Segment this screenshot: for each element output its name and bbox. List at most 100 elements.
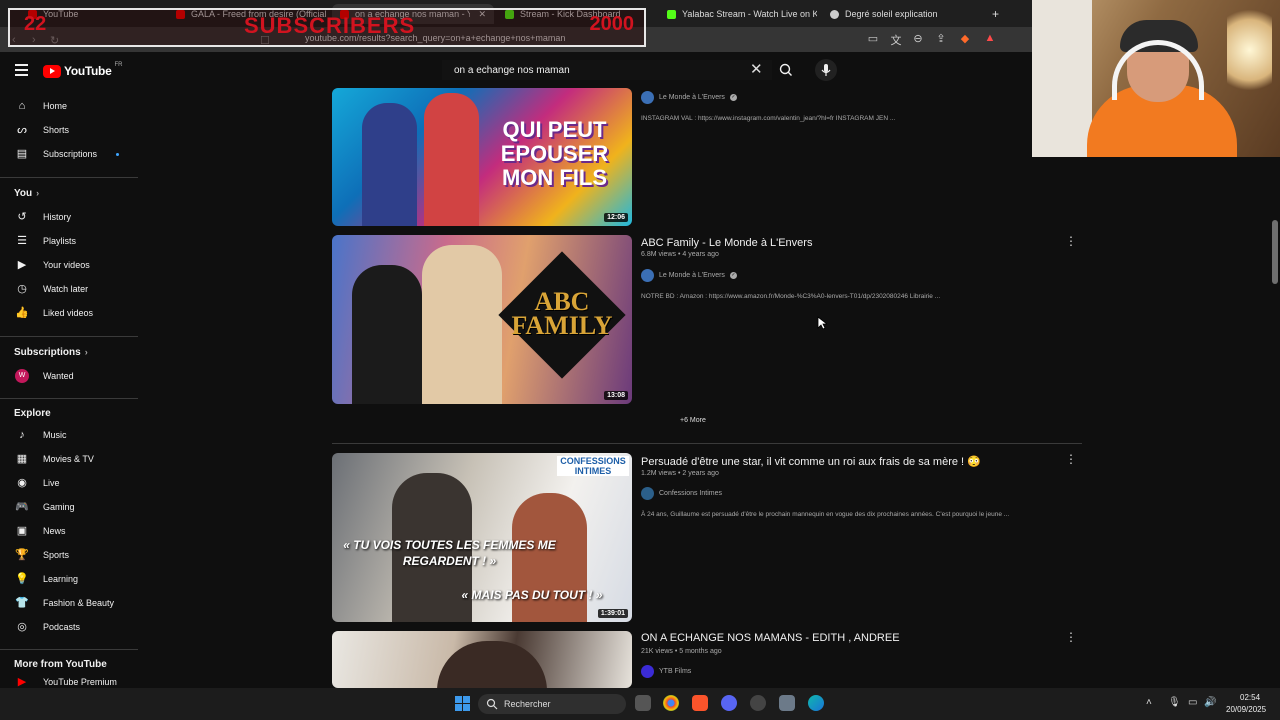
tab-degre-soleil[interactable]: Degré soleil explication: [830, 4, 970, 24]
chrome-icon[interactable]: [663, 695, 679, 711]
movies-icon: ▦: [16, 453, 28, 465]
microphone-icon[interactable]: 🎙: [1168, 697, 1181, 708]
clear-search-icon[interactable]: ✕: [750, 62, 763, 77]
video-title[interactable]: Persuadé d'être une star, il vit comme u…: [641, 455, 981, 468]
video-description: NOTRE BD : Amazon : https://www.amazon.f…: [641, 293, 941, 300]
sidebar-you-header[interactable]: You ›: [14, 188, 39, 199]
video-description: INSTAGRAM VAL : https://www.instagram.co…: [641, 115, 896, 122]
sidebar-item-liked-videos[interactable]: 👍 Liked videos: [0, 302, 138, 324]
video-description: À 24 ans, Guillaume est persuadé d'être …: [641, 511, 1010, 518]
new-tab-button[interactable]: +: [992, 4, 1006, 24]
clock-time[interactable]: 02:54: [1240, 693, 1260, 702]
sidebar-item-news[interactable]: ▣ News: [0, 520, 138, 542]
taskbar-search-label: Rechercher: [504, 699, 551, 709]
clock-date[interactable]: 20/09/2025: [1226, 705, 1266, 714]
video-title[interactable]: ON A ECHANGE NOS MAMANS - EDITH , ANDREE: [641, 632, 900, 644]
obs-icon[interactable]: [750, 695, 766, 711]
channel-link[interactable]: Le Monde à L'Envers ✓: [641, 269, 737, 282]
sidebar-item-wanted[interactable]: W Wanted: [0, 365, 138, 387]
menu-icon[interactable]: [15, 64, 28, 76]
video-title[interactable]: ABC Family - Le Monde à L'Envers: [641, 237, 812, 249]
video-thumbnail[interactable]: QUI PEUT EPOUSER MON FILS 12:06: [332, 88, 632, 226]
network-icon[interactable]: ▭: [1188, 697, 1197, 708]
learning-icon: 💡: [15, 573, 29, 585]
podcasts-icon: ◎: [17, 621, 27, 633]
translate-icon[interactable]: 文: [888, 32, 904, 47]
brave-rewards-icon[interactable]: ▲: [982, 32, 998, 46]
video-meta: 6.8M views • 4 years ago: [641, 251, 719, 258]
volume-icon[interactable]: 🔊: [1204, 697, 1216, 708]
share-icon[interactable]: ⇪: [933, 32, 949, 46]
channel-avatar: [641, 487, 654, 500]
windows-start-icon[interactable]: [455, 696, 470, 711]
youtube-logo[interactable]: YouTube FR: [43, 62, 123, 78]
music-icon: ♪: [19, 429, 25, 441]
sidebar-item-fashion[interactable]: 👕 Fashion & Beauty: [0, 592, 138, 614]
brave-icon[interactable]: [692, 695, 708, 711]
task-view-icon[interactable]: [635, 695, 651, 711]
sidebar-item-gaming[interactable]: 🎮 Gaming: [0, 496, 138, 518]
sidebar-item-learning[interactable]: 💡 Learning: [0, 568, 138, 590]
channel-link[interactable]: YTB Films: [641, 665, 691, 678]
sidebar-item-your-videos[interactable]: ▶ Your videos: [0, 254, 138, 276]
discord-icon[interactable]: [721, 695, 737, 711]
sidebar-item-music[interactable]: ♪ Music: [0, 424, 138, 446]
region-code: FR: [114, 62, 123, 68]
more-actions-icon[interactable]: ⋮: [1065, 234, 1077, 248]
microphone-icon: [821, 64, 831, 76]
search-icon: [779, 63, 792, 76]
chevron-right-icon: ›: [84, 347, 88, 357]
tray-chevron-icon[interactable]: ˄: [1146, 697, 1152, 708]
video-thumbnail[interactable]: ABC FAMILY 13:08: [332, 235, 632, 404]
new-content-dot: [116, 153, 119, 156]
kick-favicon-icon: [667, 9, 676, 19]
search-query-text[interactable]: on a echange nos maman: [454, 65, 570, 76]
more-actions-icon[interactable]: ⋮: [1065, 452, 1077, 466]
sidebar-item-history[interactable]: ↺ History: [0, 206, 138, 228]
sidebar-item-home[interactable]: ⌂ Home: [0, 95, 138, 117]
edge-icon[interactable]: [808, 695, 824, 711]
sidebar-item-podcasts[interactable]: ◎ Podcasts: [0, 616, 138, 638]
sidebar-item-subscriptions[interactable]: ▤ Subscriptions: [0, 143, 138, 165]
brave-shield-icon[interactable]: ◆: [957, 32, 973, 46]
subscriptions-icon: ▤: [16, 148, 28, 160]
sidebar-item-sports[interactable]: 🏆 Sports: [0, 544, 138, 566]
shorts-icon: ᔕ: [17, 124, 27, 136]
settings-icon[interactable]: [779, 695, 795, 711]
sidebar-item-live[interactable]: ◉ Live: [0, 472, 138, 494]
more-actions-icon[interactable]: ⋮: [1065, 630, 1077, 644]
search-button[interactable]: [775, 60, 797, 80]
show-more-button[interactable]: +6 More: [680, 417, 706, 424]
cast-icon[interactable]: ▭: [865, 32, 881, 46]
sidebar-item-watch-later[interactable]: ◷ Watch later: [0, 278, 138, 300]
news-icon: ▣: [16, 525, 28, 537]
sidebar-item-movies[interactable]: ▦ Movies & TV: [0, 448, 138, 470]
zoom-icon[interactable]: ⊖: [910, 32, 926, 46]
sidebar-item-premium[interactable]: ▶ YouTube Premium: [0, 675, 138, 689]
subscriber-goal: 2000: [589, 13, 635, 35]
gaming-icon: 🎮: [15, 501, 29, 513]
channel-link[interactable]: Confessions Intimes: [641, 487, 722, 500]
sidebar-more-header: More from YouTube: [14, 659, 107, 670]
channel-link[interactable]: Le Monde à L'Envers ✓: [641, 91, 737, 104]
sidebar-item-shorts[interactable]: ᔕ Shorts: [0, 119, 138, 141]
sidebar-explore-header: Explore: [14, 408, 51, 419]
tab-kick-stream[interactable]: Yalabac Stream - Watch Live on Kick: [667, 4, 817, 24]
fashion-icon: 👕: [15, 597, 29, 609]
page-scrollbar[interactable]: [1272, 220, 1278, 284]
subscriber-label: SUBSCRIBERS: [244, 13, 416, 38]
video-duration: 1:39:01: [597, 609, 628, 618]
sidebar-subscriptions-header[interactable]: Subscriptions ›: [14, 347, 88, 358]
channel-avatar: [641, 269, 654, 282]
thumbnail-badge: CONFESSIONS INTIMES: [557, 456, 629, 476]
sidebar-divider: [0, 649, 138, 650]
thumbnail-caption: QUI PEUT EPOUSER MON FILS: [500, 117, 609, 190]
video-thumbnail[interactable]: [332, 631, 632, 688]
liked-videos-icon: 👍: [15, 307, 29, 319]
home-icon: ⌂: [18, 100, 26, 112]
voice-search-button[interactable]: [815, 59, 837, 81]
video-thumbnail[interactable]: CONFESSIONS INTIMES « TU VOIS TOUTES LES…: [332, 453, 632, 622]
taskbar-search-box[interactable]: [478, 694, 626, 714]
sidebar-divider: [0, 398, 138, 399]
sidebar-item-playlists[interactable]: ☰ Playlists: [0, 230, 138, 252]
